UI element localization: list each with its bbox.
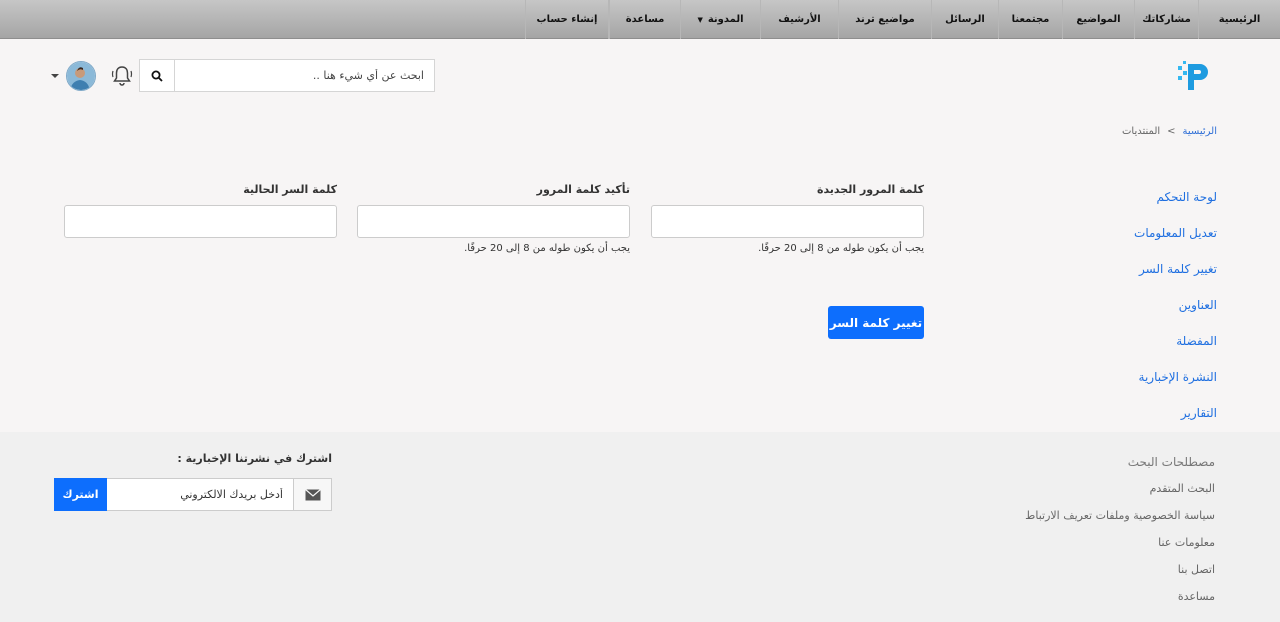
footer-link-privacy[interactable]: سياسة الخصوصية وملفات تعريف الارتباط — [895, 508, 1215, 535]
logo-icon — [1178, 61, 1208, 90]
sidebar-item-dashboard[interactable]: لوحة التحكم — [1017, 187, 1218, 223]
search-input[interactable] — [175, 59, 435, 92]
sidebar-item-change-password[interactable]: تغيير كلمة السر — [1017, 259, 1217, 295]
nav-label: الرئيسية — [1218, 14, 1261, 25]
breadcrumb-separator: > — [1167, 126, 1176, 137]
footer-link-search-terms[interactable]: مصطلحات البحث — [895, 454, 1215, 481]
footer-link-help[interactable]: مساعدة — [895, 589, 1215, 616]
nav-help[interactable]: مساعدة — [609, 0, 680, 39]
nav-register[interactable]: إنشاء حساب — [525, 0, 609, 39]
confirm-password-field[interactable] — [357, 205, 630, 238]
notifications-button[interactable] — [111, 64, 133, 88]
envelope-icon — [293, 478, 332, 511]
account-sidebar: لوحة التحكم تعديل المعلومات تغيير كلمة ا… — [1017, 187, 1217, 439]
newsletter-row: اشترك — [54, 478, 332, 511]
breadcrumb-current: المنتديات — [1122, 126, 1161, 137]
sidebar-item-edit-info[interactable]: تعديل المعلومات — [1017, 223, 1217, 259]
nav-trending[interactable]: مواضيع ترند — [838, 0, 931, 39]
nav-label: المدونة — [707, 14, 744, 25]
nav-label: مشاركاتك — [1142, 14, 1191, 25]
new-password-field[interactable] — [651, 205, 924, 238]
breadcrumb: الرئيسية > المنتديات — [1122, 126, 1217, 137]
newsletter-email-input[interactable] — [107, 478, 293, 511]
newsletter-form: اشترك في نشرتنا الإخبارية : اشترك — [54, 452, 332, 511]
search-bar — [139, 59, 435, 92]
nav-label: مساعدة — [625, 14, 665, 25]
nav-topics[interactable]: المواضيع — [1062, 0, 1134, 39]
change-password-button[interactable]: تغيير كلمة السر — [828, 306, 924, 339]
nav-home[interactable]: الرئيسية — [1198, 0, 1280, 39]
new-password-group: كلمة المرور الجديدة يجب أن يكون طوله من … — [651, 183, 924, 254]
nav-label: مواضيع ترند — [855, 14, 915, 25]
confirm-password-hint: يجب أن يكون طوله من 8 إلى 20 حرفًا. — [464, 243, 630, 254]
top-nav: الرئيسية مشاركاتك المواضيع مجتمعنا الرسا… — [473, 0, 1280, 39]
nav-archive[interactable]: الأرشيف — [760, 0, 838, 39]
avatar[interactable] — [66, 61, 96, 91]
new-password-hint: يجب أن يكون طوله من 8 إلى 20 حرفًا. — [758, 243, 924, 254]
footer-links: مصطلحات البحث البحث المتقدم سياسة الخصوص… — [895, 454, 1215, 616]
breadcrumb-home[interactable]: الرئيسية — [1183, 126, 1217, 137]
current-password-group: كلمة السر الحالية — [64, 183, 337, 238]
search-icon — [151, 70, 163, 82]
sidebar-item-addresses[interactable]: العناوين — [1017, 295, 1217, 331]
footer: مصطلحات البحث البحث المتقدم سياسة الخصوص… — [0, 432, 1280, 622]
newsletter-subscribe-button[interactable]: اشترك — [54, 478, 107, 511]
current-password-field[interactable] — [64, 205, 337, 238]
nav-label: المواضيع — [1076, 14, 1121, 25]
confirm-password-group: تأكيد كلمة المرور يجب أن يكون طوله من 8 … — [357, 183, 630, 254]
newsletter-title: اشترك في نشرتنا الإخبارية : — [177, 452, 332, 465]
avatar-image — [67, 62, 95, 90]
nav-label: الرسائل — [945, 14, 985, 25]
caret-down-icon[interactable] — [50, 69, 60, 78]
current-password-label: كلمة السر الحالية — [243, 183, 337, 196]
nav-blog[interactable]: المدونة ▼ — [680, 0, 760, 39]
footer-link-advanced-search[interactable]: البحث المتقدم — [895, 481, 1215, 508]
sidebar-item-newsletter[interactable]: النشرة الإخبارية — [1017, 367, 1217, 403]
site-logo[interactable] — [1176, 60, 1212, 92]
nav-label: الأرشيف — [778, 14, 821, 25]
top-navigation-bar: الرئيسية مشاركاتك المواضيع مجتمعنا الرسا… — [0, 0, 1280, 39]
caret-down-icon: ▼ — [697, 15, 703, 24]
nav-messages[interactable]: الرسائل — [931, 0, 998, 39]
sidebar-item-favorites[interactable]: المفضلة — [1017, 331, 1217, 367]
footer-link-about[interactable]: معلومات عنا — [895, 535, 1215, 562]
new-password-label: كلمة المرور الجديدة — [816, 183, 924, 196]
nav-label: مجتمعنا — [1011, 14, 1050, 25]
nav-label: إنشاء حساب — [536, 14, 598, 25]
confirm-password-label: تأكيد كلمة المرور — [536, 183, 630, 196]
search-button[interactable] — [139, 59, 175, 92]
footer-link-contact[interactable]: اتصل بنا — [895, 562, 1215, 589]
nav-community[interactable]: مجتمعنا — [998, 0, 1062, 39]
bell-icon — [111, 66, 133, 86]
nav-my-posts[interactable]: مشاركاتك — [1134, 0, 1198, 39]
